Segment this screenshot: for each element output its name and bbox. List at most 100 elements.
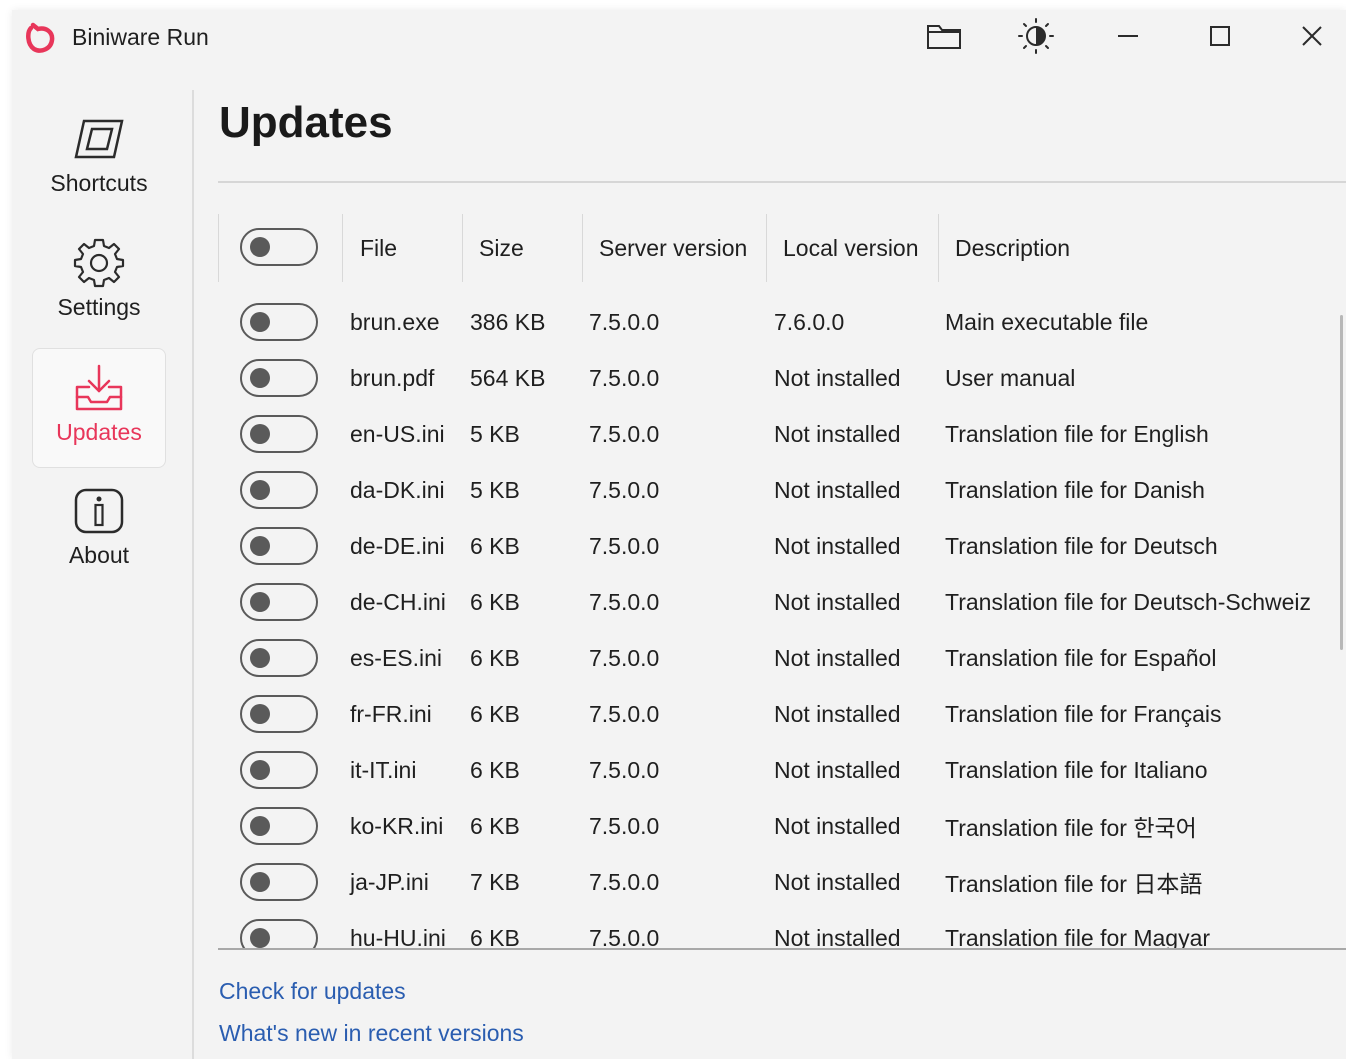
- column-header-server-version[interactable]: Server version: [583, 210, 765, 286]
- table-row[interactable]: it-IT.ini 6 KB 7.5.0.0 Not installed Transla…: [218, 742, 1346, 798]
- sidebar-item-label: Shortcuts: [50, 170, 148, 196]
- row-toggle[interactable]: [240, 415, 318, 453]
- row-toggle[interactable]: [240, 807, 318, 845]
- cell-server-version: 7.5.0.0: [589, 532, 660, 559]
- cell-local-version: Not installed: [774, 700, 901, 727]
- cell-size: 6 KB: [470, 532, 520, 559]
- maximize-icon: [1208, 24, 1232, 53]
- cell-local-version: Not installed: [774, 476, 901, 503]
- row-toggle[interactable]: [240, 919, 318, 950]
- cell-local-version: 7.6.0.0: [774, 308, 845, 335]
- row-toggle[interactable]: [240, 695, 318, 733]
- sidebar-item-settings[interactable]: Settings: [32, 224, 166, 344]
- table-row[interactable]: fr-FR.ini 6 KB 7.5.0.0 Not installed Transla…: [218, 686, 1346, 742]
- title-divider: [218, 181, 1346, 183]
- cell-description: Translation file for Français: [945, 700, 1222, 727]
- row-toggle[interactable]: [240, 303, 318, 341]
- cell-file: da-DK.ini: [350, 476, 445, 503]
- cell-size: 6 KB: [470, 924, 520, 951]
- close-button[interactable]: [1288, 18, 1336, 58]
- table-row[interactable]: brun.exe 386 KB 7.5.0.0 7.6.0.0 Main executa…: [218, 294, 1346, 350]
- updates-table: File Size Server version Local version D…: [218, 210, 1346, 950]
- cell-local-version: Not installed: [774, 756, 901, 783]
- toggle-knob: [250, 368, 270, 388]
- cell-size: 6 KB: [470, 644, 520, 671]
- sidebar-item-about[interactable]: About: [32, 472, 166, 592]
- cell-size: 7 KB: [470, 868, 520, 895]
- table-scrollbar[interactable]: [1340, 315, 1343, 650]
- cell-server-version: 7.5.0.0: [589, 476, 660, 503]
- row-toggle[interactable]: [240, 583, 318, 621]
- cell-server-version: 7.5.0.0: [589, 364, 660, 391]
- gear-icon: [71, 238, 127, 288]
- title-bar: Biniware Run: [12, 10, 1346, 66]
- cell-size: 5 KB: [470, 476, 520, 503]
- cell-server-version: 7.5.0.0: [589, 868, 660, 895]
- cell-description: Translation file for 日本語: [945, 871, 1203, 897]
- toggle-knob: [250, 704, 270, 724]
- page-title: Updates: [219, 98, 393, 147]
- cell-local-version: Not installed: [774, 644, 901, 671]
- toggle-knob: [250, 928, 270, 948]
- theme-toggle-button[interactable]: [1012, 17, 1060, 60]
- toggle-knob: [250, 312, 270, 332]
- row-toggle[interactable]: [240, 471, 318, 509]
- cell-description: Translation file for Deutsch-Schweiz: [945, 588, 1312, 615]
- row-toggle[interactable]: [240, 863, 318, 901]
- table-row[interactable]: ko-KR.ini 6 KB 7.5.0.0 Not installed Transla…: [218, 798, 1346, 854]
- app-title: Biniware Run: [72, 24, 209, 50]
- table-row[interactable]: de-CH.ini 6 KB 7.5.0.0 Not installed Transla…: [218, 574, 1346, 630]
- sidebar-item-updates[interactable]: Updates: [32, 348, 166, 468]
- minimize-button[interactable]: [1104, 18, 1152, 58]
- toggle-knob: [250, 424, 270, 444]
- column-header-size[interactable]: Size: [463, 210, 581, 286]
- shortcuts-icon: [71, 114, 127, 164]
- whats-new-link[interactable]: What's new in recent versions: [219, 1020, 524, 1047]
- table-row[interactable]: da-DK.ini 5 KB 7.5.0.0 Not installed Transla…: [218, 462, 1346, 518]
- cell-file: es-ES.ini: [350, 644, 443, 671]
- cell-server-version: 7.5.0.0: [589, 588, 660, 615]
- cell-local-version: Not installed: [774, 812, 901, 839]
- table-row[interactable]: hu-HU.ini 6 KB 7.5.0.0 Not installed Transla…: [218, 910, 1346, 950]
- cell-server-version: 7.5.0.0: [589, 644, 660, 671]
- cell-size: 5 KB: [470, 420, 520, 447]
- column-header-description[interactable]: Description: [939, 210, 1339, 286]
- cell-size: 564 KB: [470, 364, 546, 391]
- table-row[interactable]: es-ES.ini 6 KB 7.5.0.0 Not installed Transla…: [218, 630, 1346, 686]
- download-tray-icon: [71, 363, 127, 413]
- cell-description: Main executable file: [945, 308, 1149, 335]
- table-row[interactable]: en-US.ini 5 KB 7.5.0.0 Not installed Transla…: [218, 406, 1346, 462]
- brightness-contrast-icon: [1017, 17, 1055, 60]
- table-row[interactable]: de-DE.ini 6 KB 7.5.0.0 Not installed Transla…: [218, 518, 1346, 574]
- sidebar-item-label: Updates: [56, 419, 142, 445]
- row-toggle[interactable]: [240, 527, 318, 565]
- sidebar: Shortcuts Settings Updates About: [12, 90, 192, 1059]
- select-all-toggle[interactable]: [240, 228, 318, 266]
- row-toggle[interactable]: [240, 359, 318, 397]
- row-toggle[interactable]: [240, 639, 318, 677]
- toggle-knob: [250, 760, 270, 780]
- cell-server-version: 7.5.0.0: [589, 700, 660, 727]
- toggle-knob: [250, 648, 270, 668]
- check-for-updates-link[interactable]: Check for updates: [219, 978, 406, 1005]
- cell-description: User manual: [945, 364, 1076, 391]
- column-header-local-version[interactable]: Local version: [767, 210, 937, 286]
- open-folder-button[interactable]: [920, 18, 968, 58]
- row-toggle[interactable]: [240, 751, 318, 789]
- cell-local-version: Not installed: [774, 924, 901, 951]
- cell-local-version: Not installed: [774, 868, 901, 895]
- table-row[interactable]: brun.pdf 564 KB 7.5.0.0 Not installed User m…: [218, 350, 1346, 406]
- table-bottom-divider: [218, 948, 1346, 950]
- column-header-file[interactable]: File: [344, 210, 462, 286]
- cell-server-version: 7.5.0.0: [589, 756, 660, 783]
- maximize-button[interactable]: [1196, 18, 1244, 58]
- cell-local-version: Not installed: [774, 420, 901, 447]
- cell-description: Translation file for English: [945, 420, 1209, 447]
- toggle-knob: [250, 237, 270, 257]
- sidebar-item-shortcuts[interactable]: Shortcuts: [32, 100, 166, 220]
- sidebar-item-label: About: [68, 542, 130, 568]
- table-row[interactable]: ja-JP.ini 7 KB 7.5.0.0 Not installed Transla…: [218, 854, 1346, 910]
- table-header: File Size Server version Local version D…: [218, 210, 1346, 286]
- column-separator: [218, 214, 219, 282]
- cell-server-version: 7.5.0.0: [589, 812, 660, 839]
